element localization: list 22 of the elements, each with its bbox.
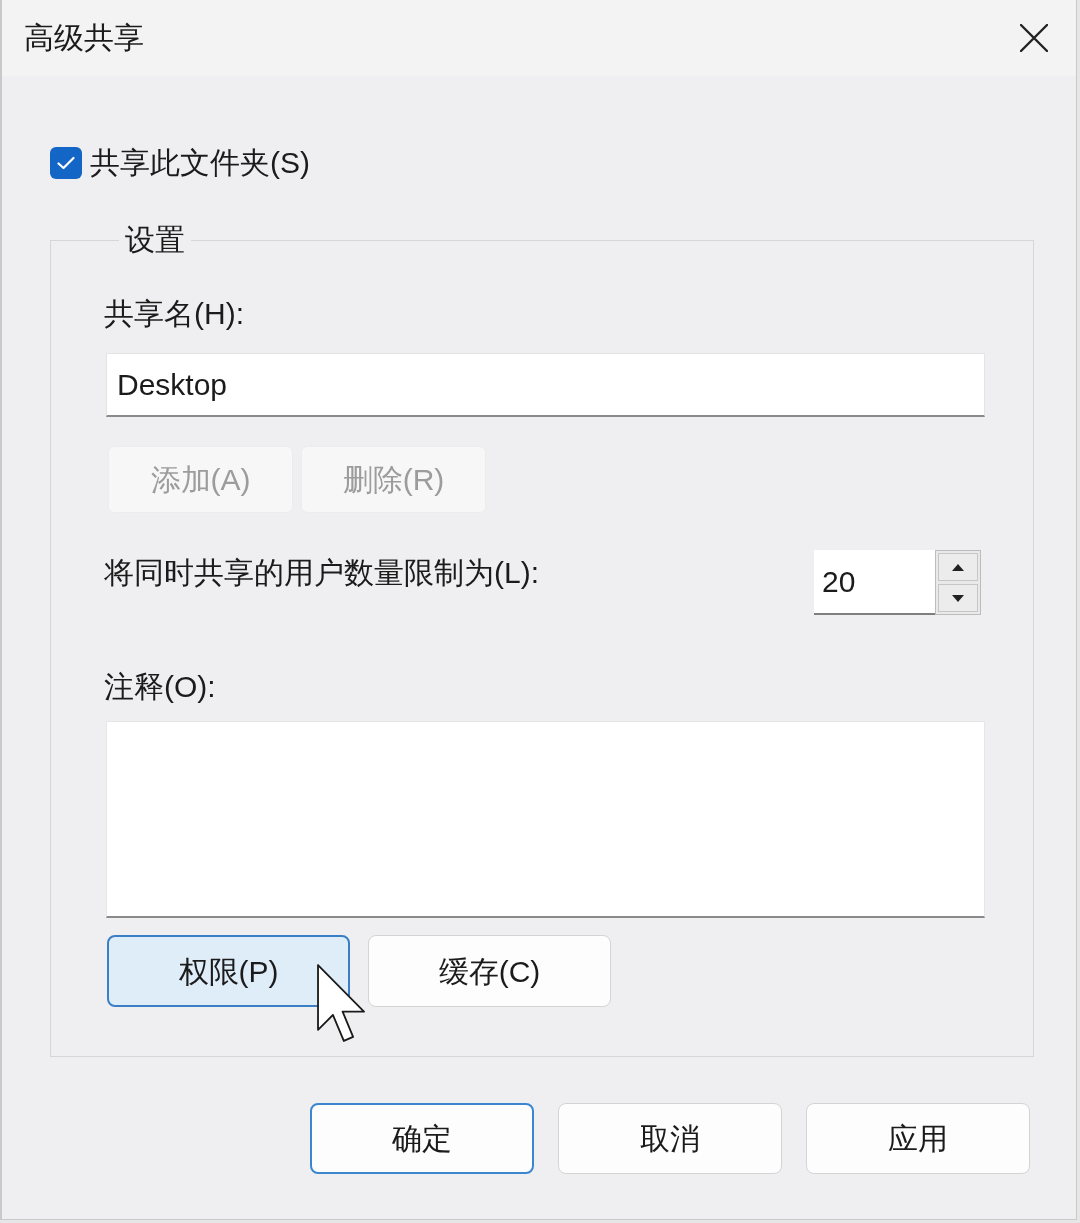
checkbox-label[interactable]: 共享此文件夹(S) xyxy=(90,145,310,181)
spin-up-button[interactable] xyxy=(938,553,978,581)
cancel-button[interactable]: 取消 xyxy=(558,1103,782,1174)
spin-down-button[interactable] xyxy=(938,584,978,612)
apply-button[interactable]: 应用 xyxy=(806,1103,1030,1174)
mouse-pointer-icon xyxy=(316,963,366,1043)
comment-label: 注释(O): xyxy=(104,669,217,705)
caching-button[interactable]: 缓存(C) xyxy=(368,935,611,1007)
ok-button[interactable]: 确定 xyxy=(310,1103,534,1174)
user-limit-label: 将同时共享的用户数量限制为(L): xyxy=(104,555,539,591)
triangle-down-icon xyxy=(952,594,964,602)
permissions-button[interactable]: 权限(P) xyxy=(107,935,350,1007)
close-icon xyxy=(1020,24,1048,52)
group-title: 设置 xyxy=(124,222,186,258)
share-checkbox[interactable] xyxy=(50,147,82,179)
user-limit-field[interactable]: 20 xyxy=(814,550,935,615)
window-title: 高级共享 xyxy=(24,20,144,56)
triangle-up-icon xyxy=(952,563,964,571)
share-name-label: 共享名(H): xyxy=(104,296,245,332)
share-name-field[interactable]: Desktop xyxy=(106,353,985,417)
comment-field[interactable] xyxy=(106,721,985,918)
check-icon xyxy=(57,156,75,170)
